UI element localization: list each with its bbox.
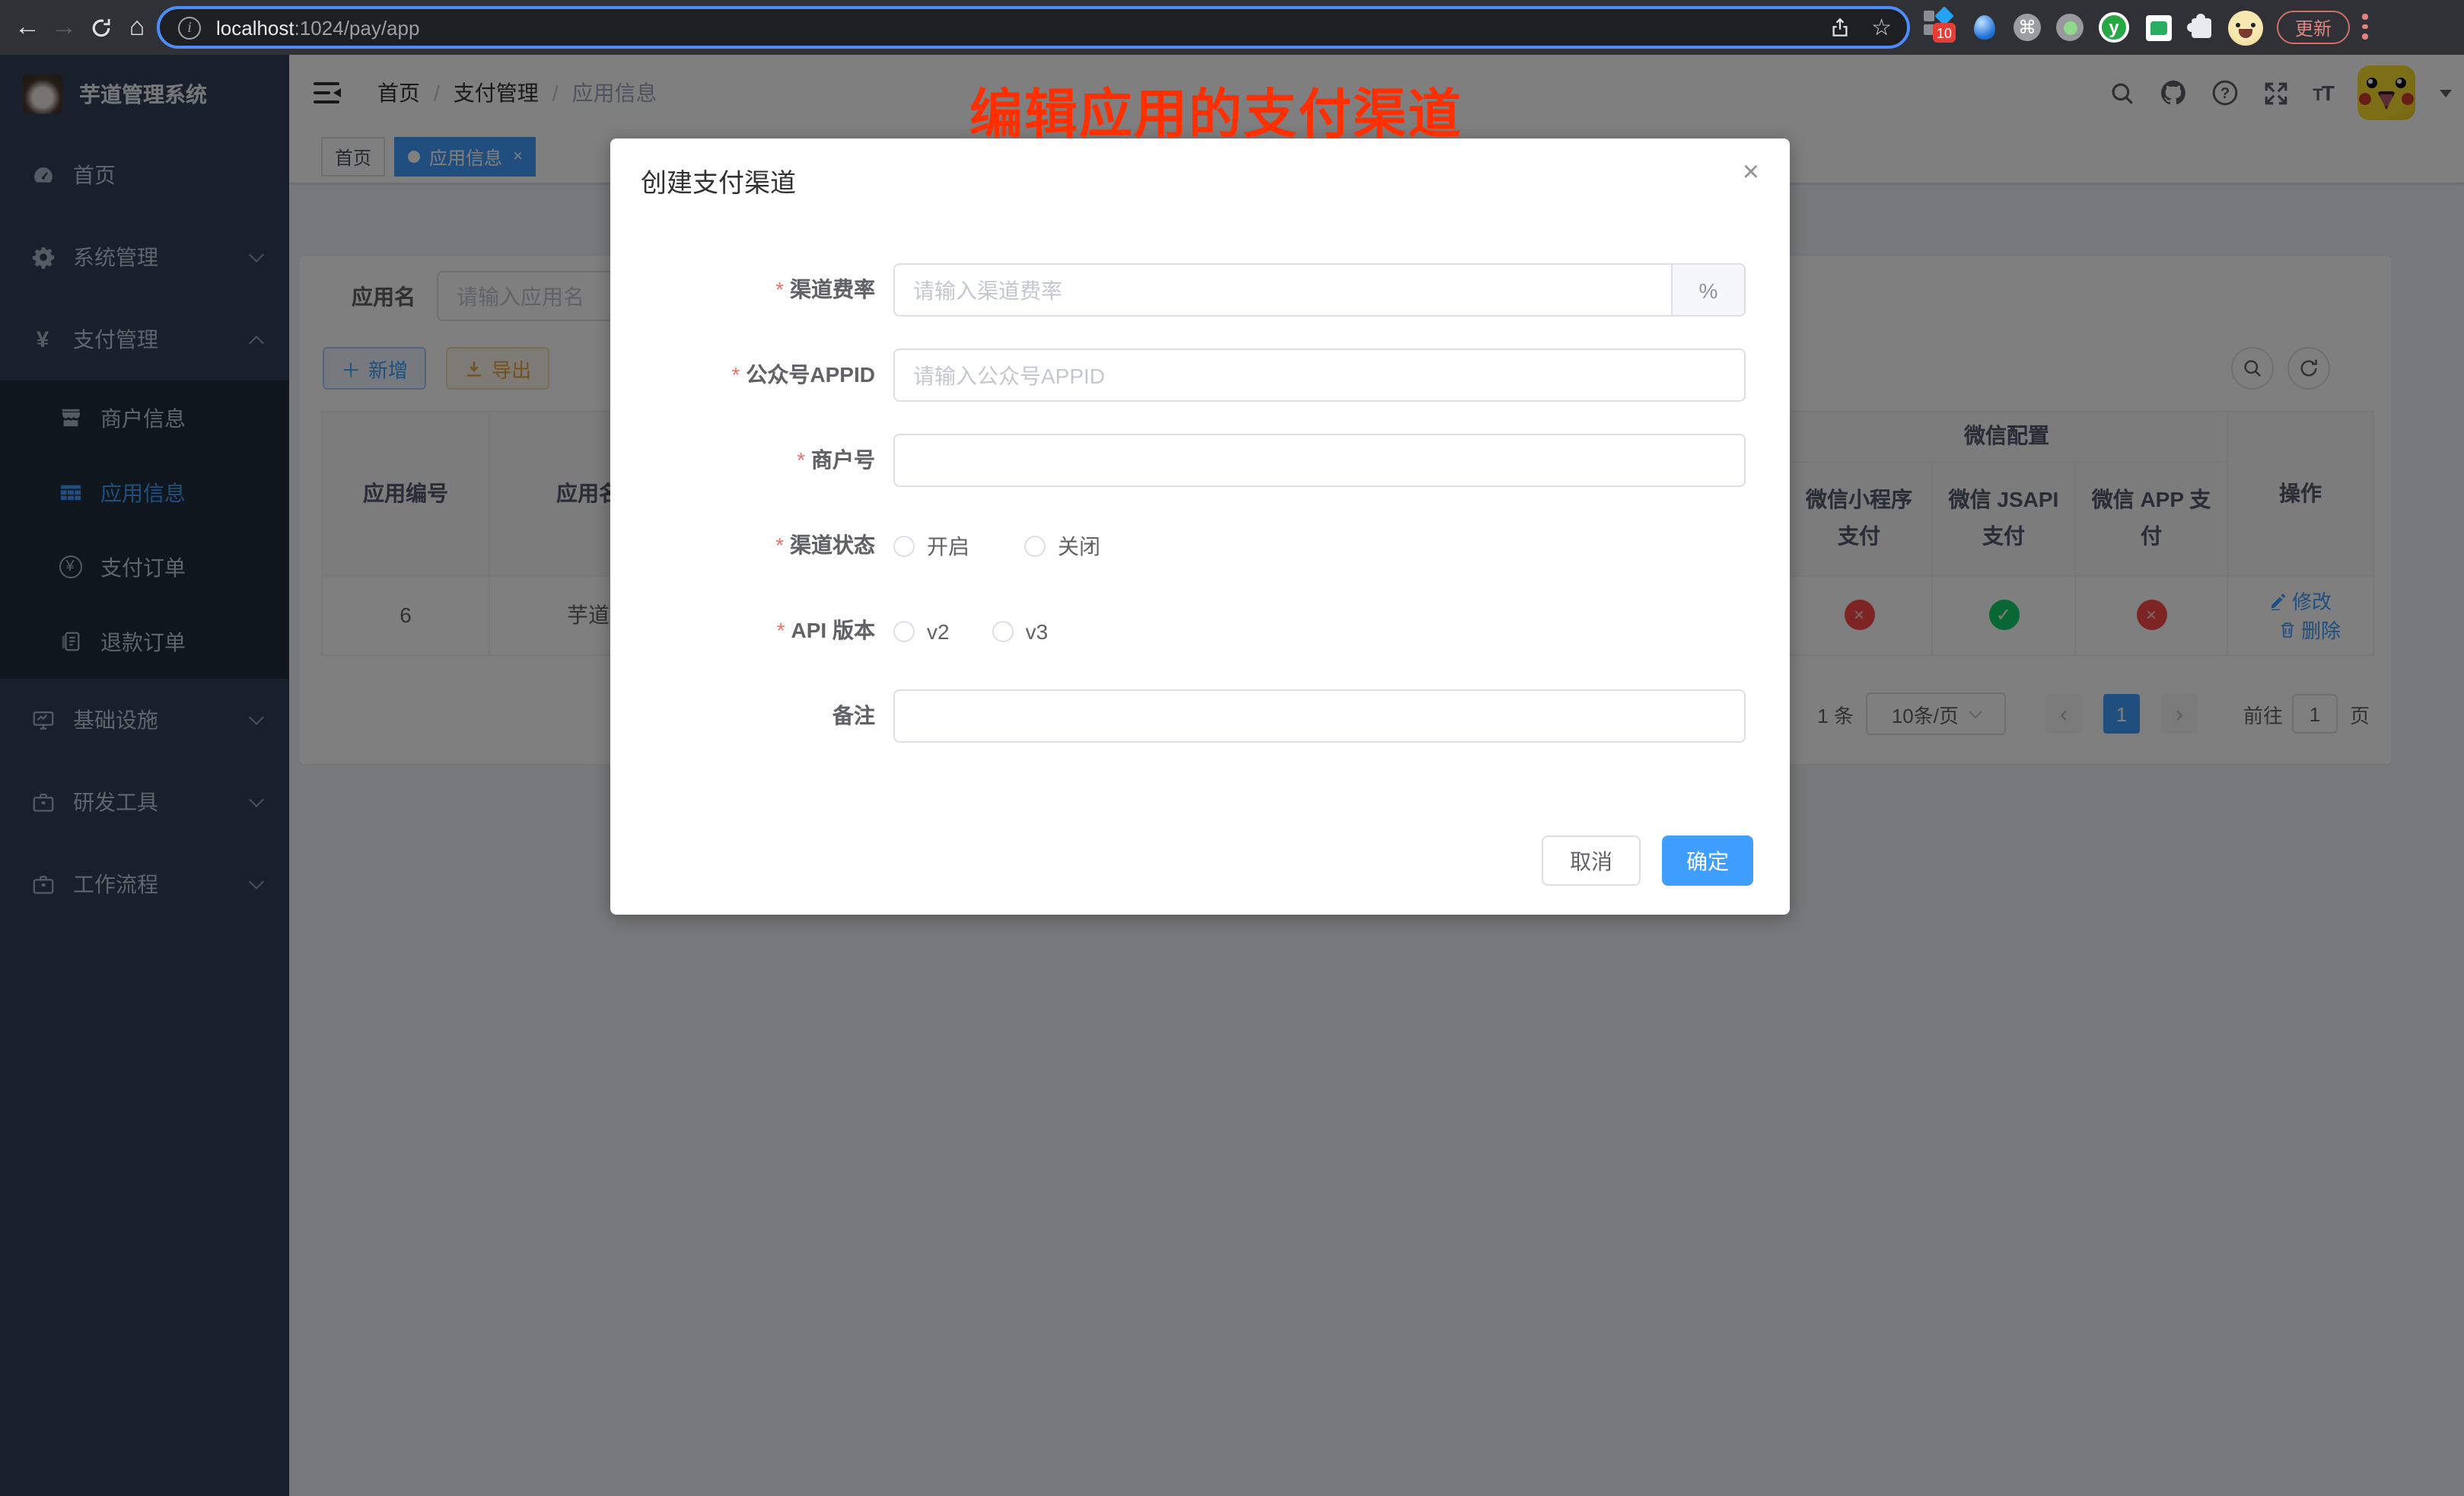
site-info-icon[interactable]: i: [178, 16, 201, 39]
merchant-id-input[interactable]: [895, 435, 1744, 485]
browser-back-button[interactable]: ←: [9, 0, 46, 55]
form-row-appid: *公众号APPID: [610, 349, 1790, 402]
bookmark-star-icon[interactable]: ☆: [1871, 14, 1892, 41]
radio-api-v2[interactable]: v2: [893, 619, 950, 643]
cancel-button[interactable]: 取消: [1542, 836, 1641, 886]
screen: ← → ⌂ i localhost:1024/pay/app ☆ 10 ⌘ y …: [0, 0, 2464, 1496]
browser-menu-icon[interactable]: [2362, 14, 2368, 39]
extension-command-icon[interactable]: ⌘: [2012, 0, 2042, 55]
browser-home-button[interactable]: ⌂: [119, 0, 155, 55]
radio-circle-icon: [893, 535, 915, 556]
channel-status-label: 渠道状态: [790, 533, 875, 557]
remark-label: 备注: [832, 703, 875, 727]
radio-circle-icon: [992, 620, 1014, 641]
browser-chrome: ← → ⌂ i localhost:1024/pay/app ☆ 10 ⌘ y …: [0, 0, 2464, 55]
extension-y-icon[interactable]: y: [2097, 0, 2131, 55]
dialog-close-icon[interactable]: ×: [1743, 158, 1759, 187]
form-row-api-version: *API 版本 v2 v3: [610, 604, 1790, 657]
browser-reload-button[interactable]: [82, 0, 119, 55]
fee-rate-input[interactable]: [895, 265, 1671, 315]
appid-input[interactable]: [895, 350, 1744, 400]
extension-recorder-icon[interactable]: [2055, 0, 2085, 55]
address-bar[interactable]: i localhost:1024/pay/app ☆: [157, 6, 1910, 49]
form-row-fee-rate: *渠道费率 %: [610, 263, 1790, 317]
merchant-id-label: 商户号: [811, 447, 875, 472]
radio-status-closed[interactable]: 关闭: [1024, 530, 1100, 561]
extension-tag-manager-icon[interactable]: 10: [1924, 8, 1954, 38]
radio-api-v3[interactable]: v3: [992, 619, 1049, 643]
radio-status-open[interactable]: 开启: [893, 530, 969, 561]
extension-balloon-icon[interactable]: [1969, 0, 2000, 55]
extension-badge: 10: [1933, 23, 1956, 43]
appid-label: 公众号APPID: [746, 362, 875, 387]
form-row-remark: 备注: [610, 689, 1790, 743]
form-row-channel-status: *渠道状态 开启 关闭: [610, 519, 1790, 572]
api-version-label: API 版本: [791, 618, 875, 642]
annotation-text: 编辑应用的支付渠道: [969, 72, 1463, 149]
form-row-merchant-id: *商户号: [610, 434, 1790, 487]
fee-rate-label: 渠道费率: [790, 277, 875, 301]
confirm-button[interactable]: 确定: [1662, 836, 1753, 886]
percent-suffix: %: [1671, 265, 1744, 315]
url-text[interactable]: localhost:1024/pay/app: [216, 16, 419, 39]
create-pay-channel-dialog: 创建支付渠道 × *渠道费率 % *公众号APPID *商户号: [610, 138, 1790, 915]
share-icon[interactable]: [1829, 16, 1850, 39]
remark-input[interactable]: [895, 691, 1744, 741]
browser-profile-avatar[interactable]: [2225, 0, 2265, 55]
browser-update-button[interactable]: 更新: [2277, 11, 2350, 44]
extension-chat-icon[interactable]: [2143, 0, 2173, 55]
browser-forward-button[interactable]: →: [46, 0, 82, 55]
extensions-puzzle-icon[interactable]: [2185, 0, 2216, 55]
radio-circle-icon: [1024, 535, 1046, 556]
radio-circle-icon: [893, 620, 915, 641]
reload-icon: [89, 16, 112, 39]
